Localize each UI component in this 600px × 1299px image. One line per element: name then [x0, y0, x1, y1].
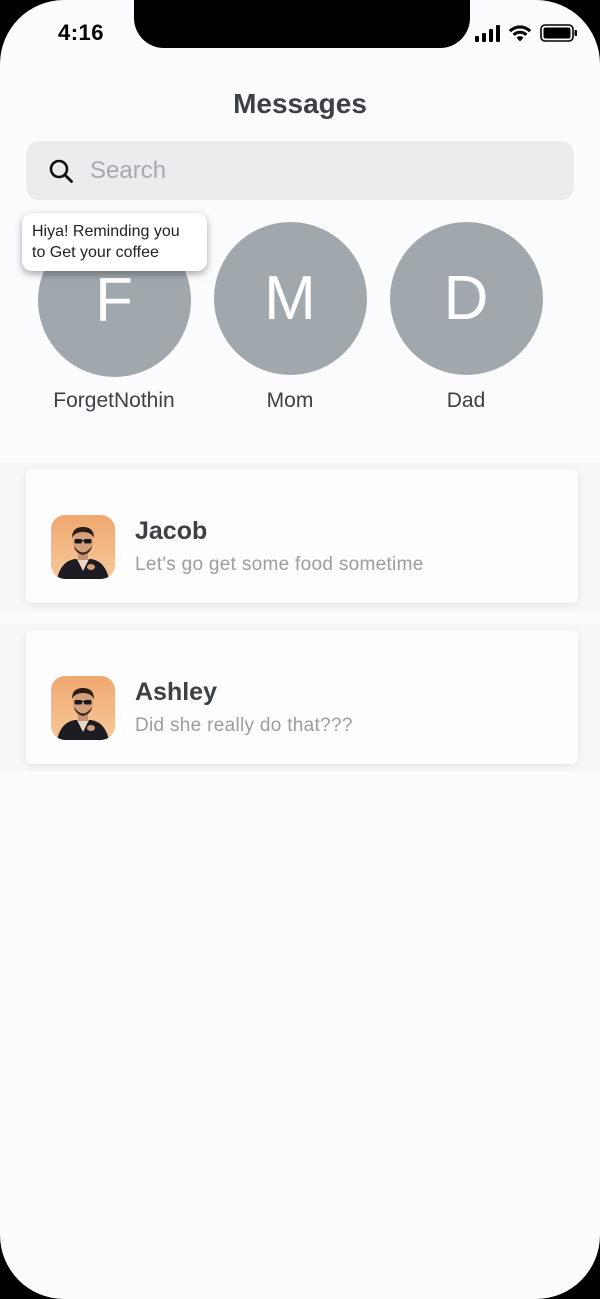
- search-bar[interactable]: [26, 141, 574, 200]
- reminder-bubble[interactable]: Hiya! Reminding you to Get your coffee: [22, 213, 207, 271]
- conversation-name: Jacob: [135, 517, 208, 545]
- conversation-jacob[interactable]: Jacob Let's go get some food sometime: [26, 469, 578, 603]
- contact-dad[interactable]: D Dad: [386, 222, 546, 413]
- reminder-text-line1: Hiya! Reminding you: [32, 223, 180, 240]
- device-notch: [134, 0, 470, 48]
- conversation-preview: Did she really do that???: [135, 715, 353, 736]
- contact-mom[interactable]: M Mom: [210, 222, 370, 413]
- search-input[interactable]: [88, 155, 528, 186]
- conversation-preview: Let's go get some food sometime: [135, 554, 424, 575]
- profile-photo-avatar: [51, 515, 115, 579]
- contact-initial: D: [443, 264, 489, 333]
- contact-name: ForgetNothin: [53, 389, 175, 412]
- cellular-signal-icon: [475, 24, 500, 42]
- status-icons: [475, 24, 578, 42]
- reminder-text-line2: to Get your coffee: [32, 244, 159, 261]
- battery-icon: [540, 24, 578, 42]
- contact-name: Mom: [266, 389, 314, 412]
- conversation-name: Ashley: [135, 678, 217, 706]
- contact-avatar[interactable]: D: [389, 222, 543, 375]
- search-icon: [49, 159, 73, 183]
- wifi-icon: [508, 24, 532, 42]
- conversation-ashley[interactable]: Ashley Did she really do that???: [26, 630, 578, 764]
- status-time: 4:16: [58, 20, 105, 45]
- contact-initial: M: [264, 264, 316, 333]
- profile-photo-avatar: [51, 676, 115, 740]
- page-title: Messages: [233, 88, 367, 119]
- phone-screen: 4:16 Messages Search Hiya! Reminding you…: [0, 0, 600, 1299]
- contact-avatar[interactable]: M: [213, 222, 367, 375]
- contact-name: Dad: [446, 389, 486, 412]
- contact-initial: F: [95, 266, 133, 335]
